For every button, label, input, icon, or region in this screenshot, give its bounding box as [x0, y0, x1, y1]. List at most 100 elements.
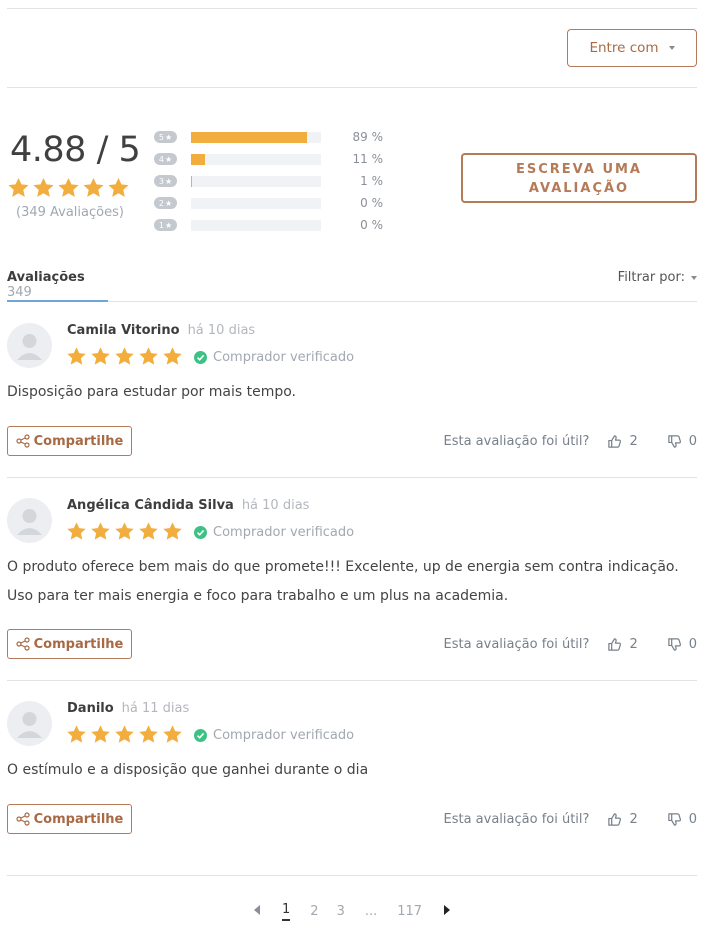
share-button[interactable]: Compartilhe: [7, 804, 132, 834]
review-divider: [7, 680, 697, 681]
avatar: [7, 498, 52, 543]
reviewer-name: Angélica Cândida Silva: [67, 498, 234, 513]
page-link-last[interactable]: 117: [397, 904, 422, 919]
thumbs-down-count: 0: [688, 434, 697, 449]
star-level-badge: 4 ★: [154, 153, 177, 165]
write-review-button[interactable]: ESCREVA UMA AVALIAÇÃO: [461, 153, 697, 203]
header-divider: [7, 87, 697, 88]
distribution-row-4[interactable]: 4 ★ 11 %: [154, 148, 394, 170]
verified-label: Comprador verificado: [213, 728, 355, 743]
distribution-bar-track: [191, 197, 321, 209]
thumbs-up-button[interactable]: 2: [607, 812, 638, 827]
star-level-number: 1: [158, 220, 164, 230]
star-level-badge: 5 ★: [154, 131, 177, 143]
thumbs-up-icon: [608, 638, 622, 651]
next-page-button[interactable]: [442, 904, 451, 919]
login-label: Entre com: [589, 40, 659, 56]
review-stars: [66, 521, 183, 542]
distribution-percent: 1 %: [360, 174, 383, 188]
share-label: Compartilhe: [33, 811, 124, 827]
star-icon: [91, 522, 110, 540]
review-header: Camila Vitorino há 10 dias: [67, 323, 255, 338]
page-link-current[interactable]: 1: [282, 902, 291, 921]
thumbs-down-button[interactable]: 0: [667, 637, 697, 652]
tab-reviews[interactable]: Avaliações 349: [7, 262, 108, 302]
review-date: há 10 dias: [241, 498, 310, 513]
share-button[interactable]: Compartilhe: [7, 629, 132, 659]
average-value: 4.88: [10, 130, 86, 170]
share-button[interactable]: Compartilhe: [7, 426, 132, 456]
helpful-votes: Esta avaliação foi útil? 2 0: [444, 637, 698, 652]
thumbs-up-icon: [608, 813, 622, 826]
review-divider: [7, 875, 697, 876]
page-ellipsis: ...: [364, 903, 378, 919]
distribution-bar-fill: [191, 153, 206, 165]
thumbs-up-button[interactable]: 2: [607, 434, 638, 449]
verified-buyer-badge: Comprador verificado: [194, 728, 354, 743]
share-icon: [16, 812, 30, 826]
review-stars: [66, 346, 183, 367]
prev-page-button[interactable]: [254, 904, 262, 919]
star-icon: [91, 347, 110, 365]
star-icon: [139, 347, 158, 365]
star-icon: [108, 177, 129, 197]
distribution-row-2[interactable]: 2 ★ 0 %: [154, 192, 394, 214]
star-level-number: 4: [158, 154, 164, 164]
filter-dropdown[interactable]: Filtrar por:: [618, 270, 697, 285]
star-icon: [33, 177, 54, 197]
review-item: Camila Vitorino há 10 dias Comprador veri…: [7, 323, 697, 458]
user-silhouette-icon: [17, 509, 42, 535]
thumbs-up-count: 2: [629, 812, 638, 827]
average-rating-block: 4.88 / 5 (349 Avaliações): [7, 130, 141, 220]
distribution-percent: 0 %: [360, 196, 383, 210]
star-icon: [163, 522, 182, 540]
star-icon: [163, 725, 182, 743]
review-date: há 11 dias: [121, 701, 190, 716]
distribution-bar-track: [191, 175, 321, 187]
check-circle-icon: [194, 351, 207, 364]
user-silhouette-icon: [17, 334, 42, 360]
distribution-bar-track: [191, 131, 321, 143]
share-label: Compartilhe: [33, 433, 124, 449]
review-count-label: (349 Avaliações): [16, 205, 124, 220]
caret-down-icon: [691, 275, 697, 280]
distribution-row-3[interactable]: 3 ★ 1 %: [154, 170, 394, 192]
pagination: 1 2 3 ... 117: [254, 899, 451, 923]
average-stars: [7, 176, 130, 200]
star-icon: [91, 725, 110, 743]
review-item: Angélica Cândida Silva há 10 dias Comprad…: [7, 498, 697, 663]
page-link[interactable]: 3: [337, 904, 345, 919]
user-silhouette-icon: [17, 712, 42, 738]
login-dropdown-button[interactable]: Entre com: [567, 29, 697, 67]
distribution-row-1[interactable]: 1 ★ 0 %: [154, 214, 394, 236]
review-item: Danilo há 11 dias Comprador verificado O …: [7, 701, 697, 841]
average-score: 4.88 / 5: [10, 130, 141, 170]
thumbs-down-count: 0: [688, 812, 697, 827]
star-level-number: 3: [158, 176, 164, 186]
review-text-line: Disposição para estudar por mais tempo.: [7, 384, 296, 400]
review-date: há 10 dias: [187, 323, 256, 338]
reviews-tab-bar: Avaliações 349 Filtrar por:: [7, 262, 697, 302]
avatar: [7, 701, 52, 746]
thumbs-down-button[interactable]: 0: [667, 812, 697, 827]
star-icon: [139, 522, 158, 540]
distribution-percent: 11 %: [352, 152, 384, 166]
check-circle-icon: [194, 526, 207, 539]
star-icon: [115, 522, 134, 540]
star-icon: [58, 177, 79, 197]
helpful-label: Esta avaliação foi útil?: [443, 434, 590, 449]
distribution-row-5[interactable]: 5 ★ 89 %: [154, 126, 394, 148]
thumbs-down-button[interactable]: 0: [667, 434, 697, 449]
review-divider: [7, 477, 697, 478]
helpful-votes: Esta avaliação foi útil? 2 0: [444, 812, 698, 827]
star-icon: [115, 725, 134, 743]
thumbs-up-icon: [608, 435, 622, 448]
thumbs-down-icon: [667, 435, 681, 448]
filter-label: Filtrar por:: [617, 270, 685, 285]
star-level-number: 2: [158, 198, 164, 208]
star-icon: ★: [164, 220, 173, 230]
star-icon: [67, 522, 86, 540]
thumbs-up-button[interactable]: 2: [607, 637, 638, 652]
review-text-line: Uso para ter mais energia e foco para tr…: [7, 588, 509, 604]
page-link[interactable]: 2: [310, 904, 318, 919]
